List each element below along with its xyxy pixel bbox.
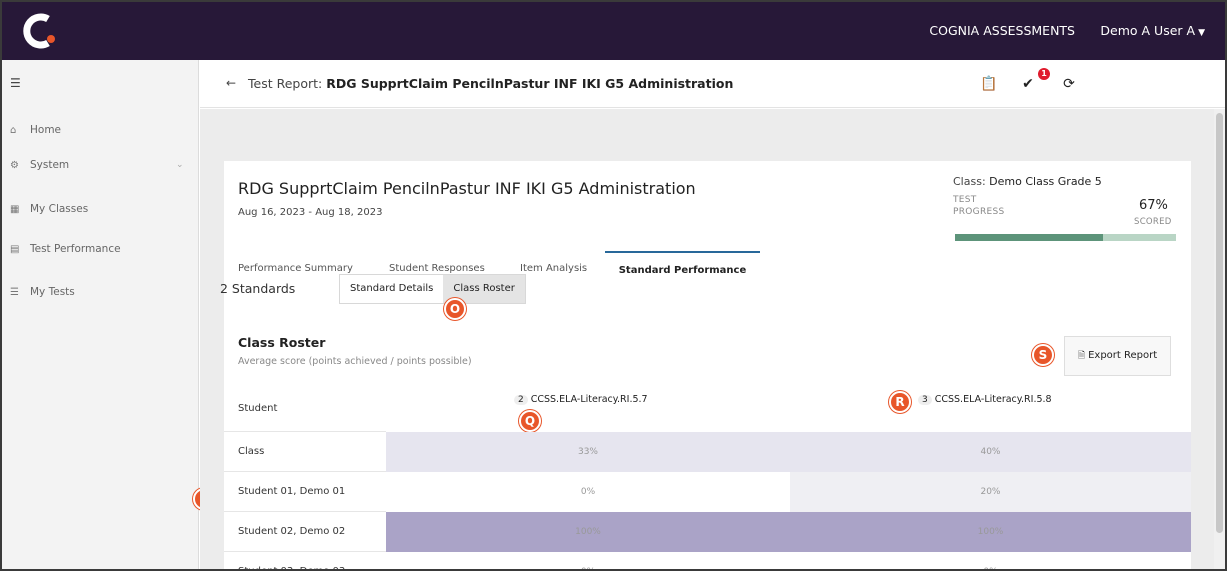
tab-item-analysis[interactable]: Item Analysis (520, 251, 587, 287)
refresh-icon[interactable]: ⟳ (1057, 72, 1081, 96)
sidebar-item-my-classes[interactable]: ▦ My Classes (10, 203, 88, 215)
report-title-name: RDG SupprtClaim PencilnPastur INF IKI G5… (326, 76, 734, 91)
student-name: Student 02, Demo 02 (224, 512, 386, 552)
bar-chart-icon: ▤ (10, 243, 20, 255)
export-report-button[interactable]: 🗎 Export Report (1064, 336, 1171, 376)
sidebar: ☰ ⌂ Home ⚙ System ⌄ ▦ My Classes ▤ Test … (2, 60, 215, 569)
subtab-standard-details[interactable]: Standard Details (340, 275, 444, 303)
user-name: Demo A User A (1100, 23, 1196, 38)
sidebar-item-system[interactable]: ⚙ System ⌄ (10, 159, 190, 171)
classes-icon: ▦ (10, 203, 20, 215)
score-cell: 33% (386, 432, 790, 472)
progress-label-progress: PROGRESS (953, 207, 1005, 217)
standard-header-2[interactable]: 3 CCSS.ELA-Literacy.RI.5.8 (918, 394, 1052, 405)
test-progress-fill (955, 234, 1104, 241)
app-window: COGNIA ASSESSMENTS Demo A User A ▼ ☰ ⌂ Ho… (0, 0, 1227, 571)
table-row[interactable]: Student 02, Demo 02 100% 100% (224, 512, 1191, 552)
sidebar-item-test-performance[interactable]: ▤ Test Performance (10, 243, 121, 255)
table-row[interactable]: Student 01, Demo 01 0% 20% (224, 472, 1191, 512)
sidebar-item-label: My Tests (30, 286, 75, 298)
report-title-prefix: Test Report: (248, 76, 327, 91)
class-prefix: Class: (953, 175, 990, 188)
clipboard-icon[interactable]: 📋 (977, 72, 1001, 96)
score-cell: 0% (386, 472, 790, 512)
sidebar-item-label: System (30, 159, 70, 171)
standard-header-1[interactable]: 2 CCSS.ELA-Literacy.RI.5.7 (514, 394, 648, 405)
chevron-down-icon: ⌄ (176, 160, 184, 170)
sidebar-item-label: My Classes (30, 203, 89, 215)
table-row[interactable]: Class 33% 40% (224, 432, 1191, 472)
back-arrow-icon[interactable]: ← (226, 76, 236, 90)
list-icon: ☰ (10, 286, 19, 298)
home-icon: ⌂ (10, 124, 17, 136)
score-cell: 0% (790, 552, 1191, 569)
test-dates: Aug 16, 2023 - Aug 18, 2023 (238, 207, 383, 218)
standard-code: CCSS.ELA-Literacy.RI.5.8 (934, 394, 1052, 405)
roster-title: Class Roster (238, 335, 326, 350)
student-column-header: Student (224, 386, 386, 432)
scored-label: SCORED (1134, 217, 1172, 227)
score-cell: 20% (790, 472, 1191, 512)
cognia-logo[interactable] (18, 10, 62, 52)
top-navbar: COGNIA ASSESSMENTS Demo A User A ▼ (2, 2, 1225, 60)
table-header-row: Student 2 CCSS.ELA-Literacy.RI.5.7 3 CCSS.… (224, 386, 1191, 432)
callout-marker-o: O (444, 298, 466, 320)
checkmark-icon[interactable]: ✔ (1016, 72, 1040, 96)
callout-marker-r: R (889, 391, 911, 413)
score-cell: 0% (386, 552, 790, 569)
chevron-down-icon: ▼ (1198, 28, 1205, 38)
class-roster-panel: Class Roster Average score (points achie… (224, 324, 1191, 569)
standard-number: 2 (514, 395, 528, 405)
score-cell: 40% (790, 432, 1191, 472)
score-cell: 100% (790, 512, 1191, 552)
student-name: Student 03, Demo 03 (224, 552, 386, 569)
callout-marker-q: Q (519, 410, 541, 432)
class-name: Demo Class Grade 5 (989, 175, 1102, 188)
vertical-scrollbar[interactable] (1214, 109, 1225, 569)
student-name: Class (224, 432, 386, 472)
file-icon: 🗎 (1077, 351, 1086, 361)
sidebar-item-home[interactable]: ⌂ Home (10, 124, 61, 136)
cognia-assessments-link[interactable]: COGNIA ASSESSMENTS (929, 23, 1075, 38)
test-title: RDG SupprtClaim PencilnPastur INF IKI G5… (238, 179, 696, 198)
notification-badge: 1 (1038, 68, 1050, 80)
sidebar-item-label: Test Performance (30, 243, 121, 255)
report-title: Test Report: RDG SupprtClaim PencilnPast… (248, 76, 733, 91)
scrollbar-thumb[interactable] (1216, 113, 1223, 533)
standard-code: CCSS.ELA-Literacy.RI.5.7 (530, 394, 648, 405)
sidebar-item-label: Home (30, 124, 62, 136)
standard-number: 3 (918, 395, 932, 405)
export-report-label: Export Report (1088, 350, 1158, 361)
table-row[interactable]: Student 03, Demo 03 0% 0% (224, 552, 1191, 569)
main-content: RDG SupprtClaim PencilnPastur INF IKI G5… (200, 109, 1215, 569)
progress-percent: 67% (1139, 198, 1168, 213)
hamburger-menu-icon[interactable]: ☰ (10, 76, 21, 90)
student-name: Student 01, Demo 01 (224, 472, 386, 512)
standards-subtabs: Standard Details Class Roster (339, 274, 526, 304)
score-cell: 100% (386, 512, 790, 552)
callout-marker-s: S (1032, 344, 1054, 366)
class-label: Class: Demo Class Grade 5 (953, 175, 1102, 188)
gear-icon: ⚙ (10, 159, 19, 171)
sidebar-item-my-tests[interactable]: ☰ My Tests (10, 286, 75, 298)
roster-subtitle: Average score (points achieved / points … (238, 356, 472, 367)
test-progress-bar (955, 234, 1176, 241)
standards-count: 2 Standards (220, 281, 296, 296)
user-menu[interactable]: Demo A User A ▼ (1100, 23, 1205, 38)
progress-label-test: TEST (953, 195, 977, 205)
tab-standard-performance[interactable]: Standard Performance (605, 251, 760, 287)
report-header: ← Test Report: RDG SupprtClaim PencilnPa… (200, 60, 1225, 108)
